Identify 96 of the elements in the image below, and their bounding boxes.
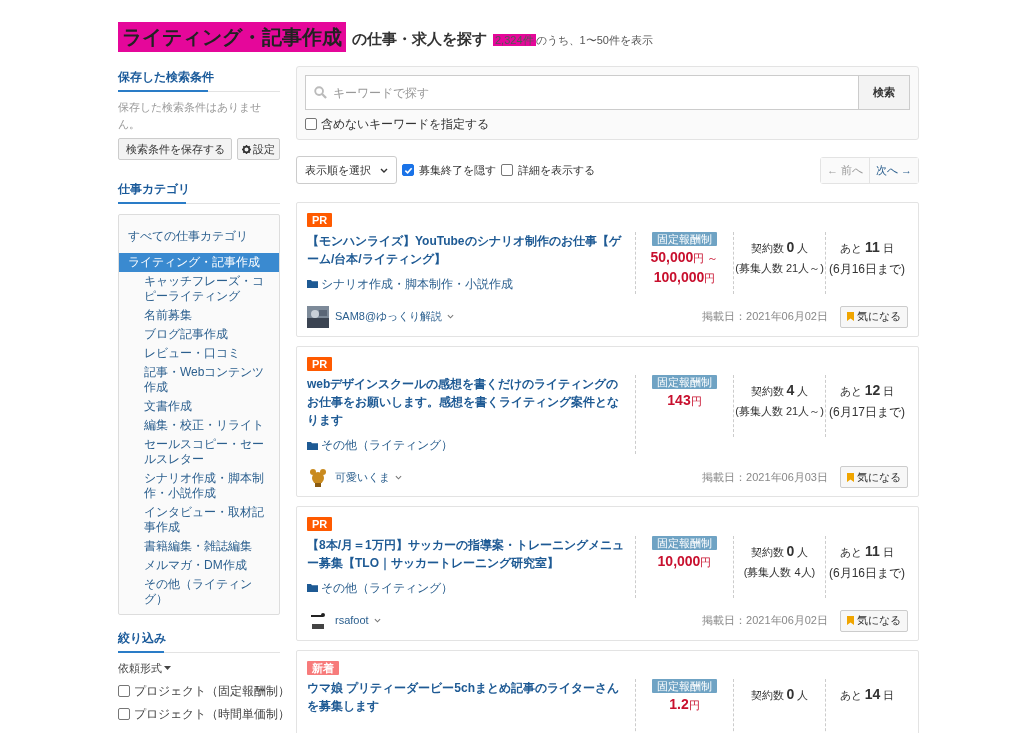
recruit-count: (募集人数 21人～): [735, 260, 824, 276]
filter-option-label: プロジェクト（時間単価制）: [134, 705, 290, 723]
page-title: ライティング・記事作成: [118, 22, 346, 52]
contract-count: 契約数 0 人: [750, 685, 809, 704]
posted-date: 掲載日：2021年06月03日: [702, 469, 828, 485]
search-field[interactable]: キーワードで探す: [305, 75, 859, 110]
pay-type-badge: 固定報酬制: [652, 231, 717, 246]
category-item[interactable]: 記事・Webコンテンツ作成: [119, 363, 279, 397]
pay-type-badge: 固定報酬制: [652, 375, 717, 389]
page-title-suffix: の仕事・求人を探す: [352, 29, 487, 49]
category-item[interactable]: 文書作成: [119, 397, 279, 416]
client-name[interactable]: SAM8@ゆっくり解説: [335, 308, 443, 325]
chevron-down-icon[interactable]: [373, 618, 381, 623]
deadline: (6月16日まで): [829, 260, 905, 278]
filter-option-label: プロジェクト（固定報酬制）: [134, 682, 290, 700]
client-name[interactable]: rsafoot: [335, 612, 369, 629]
bookmark-icon: [847, 312, 854, 321]
job-price: 100,000円: [653, 267, 716, 287]
all-categories-link[interactable]: すべての仕事カテゴリ: [119, 227, 279, 245]
job-title[interactable]: webデザインスクールの感想を書くだけのライティングのお仕事をお願いします。感想を書くライティング案件となります: [307, 375, 627, 429]
chevron-down-icon[interactable]: [395, 474, 402, 480]
posted-date: 掲載日：2021年06月02日: [702, 613, 828, 629]
posted-date: 掲載日：2021年06月02日: [702, 309, 828, 325]
days-remaining: あと 11 日: [840, 541, 894, 561]
category-item[interactable]: その他（ライティング）: [119, 575, 279, 609]
deadline: (6月17日まで): [829, 404, 905, 421]
pay-type-badge: 固定報酬制: [652, 679, 717, 693]
bookmark-icon: [847, 472, 854, 482]
category-item[interactable]: レビュー・口コミ: [119, 344, 279, 363]
search-icon: [314, 86, 327, 99]
job-category[interactable]: シナリオ作成・脚本制作・小説作成: [321, 274, 513, 293]
folder-icon: [307, 279, 318, 288]
deadline: (6月16日まで): [829, 564, 905, 582]
category-item[interactable]: ライティング・記事作成: [119, 253, 279, 272]
job-badge: 新着: [307, 660, 339, 675]
pay-type-badge: 固定報酬制: [652, 535, 717, 550]
contract-count: 契約数 4 人: [750, 381, 809, 400]
hide-closed-label: 募集終了を隠す: [419, 162, 496, 178]
folder-icon: [307, 440, 318, 450]
category-item[interactable]: シナリオ作成・脚本制作・小説作成: [119, 469, 279, 503]
settings-button[interactable]: 設定: [237, 138, 280, 160]
job-badge: PR: [307, 356, 333, 371]
sort-select[interactable]: 表示順を選択: [296, 156, 397, 184]
filter-group-label: 依頼形式: [118, 661, 162, 676]
job-badge: PR: [307, 517, 333, 531]
checkbox[interactable]: [501, 164, 513, 176]
job-title[interactable]: 【モンハンライズ】YouTubeのシナリオ制作のお仕事【ゲーム/台本/ライティング】: [307, 231, 627, 268]
next-page-button[interactable]: 次へ →: [869, 157, 918, 183]
save-search-button[interactable]: 検索条件を保存する: [118, 138, 232, 160]
exclude-keywords-label: 含めないキーワードを指定する: [321, 116, 489, 133]
category-item[interactable]: キャッチフレーズ・コピーライティング: [119, 272, 279, 306]
days-remaining: あと 11 日: [840, 237, 894, 257]
section-title: 保存した検索条件: [118, 68, 280, 92]
bookmark-button[interactable]: 気になる: [840, 305, 908, 328]
job-price: 1.2円: [669, 695, 700, 714]
result-range: のうち、1〜50件を表示: [535, 34, 653, 46]
job-title[interactable]: ウマ娘 プリティーダービー5chまとめ記事のライターさんを募集します: [307, 679, 627, 715]
category-item[interactable]: 編集・校正・リライト: [119, 416, 279, 435]
job-price: 10,000円: [657, 551, 712, 571]
contract-count: 契約数 0 人: [750, 541, 809, 561]
section-title: 仕事カテゴリ: [118, 180, 280, 204]
bookmark-button[interactable]: 気になる: [840, 466, 908, 488]
recruit-count: (募集人数 4人): [743, 564, 816, 580]
job-category[interactable]: その他（ライティング）: [321, 436, 453, 454]
job-price: 50,000円 ～: [650, 247, 719, 267]
category-item[interactable]: セールスコピー・セールスレター: [119, 435, 279, 469]
chevron-down-icon[interactable]: [447, 314, 455, 319]
job-price: 143円: [667, 391, 702, 410]
chevron-down-icon: [380, 167, 388, 173]
category-item[interactable]: メルマガ・DM作成: [119, 556, 279, 575]
result-count: 2,324件: [493, 34, 536, 46]
category-item[interactable]: インタビュー・取材記事作成: [119, 503, 279, 537]
checkbox[interactable]: [402, 164, 414, 176]
client-name[interactable]: 可愛いくま: [335, 468, 390, 486]
category-item[interactable]: ブログ記事作成: [119, 325, 279, 344]
search-button[interactable]: 検索: [859, 75, 910, 110]
category-item[interactable]: 名前募集: [119, 306, 279, 325]
show-details-label: 詳細を表示する: [518, 162, 595, 178]
checkbox[interactable]: [305, 118, 317, 130]
bookmark-button[interactable]: 気になる: [840, 609, 908, 632]
contract-count: 契約数 0 人: [750, 237, 809, 257]
settings-icon: [242, 144, 251, 154]
days-remaining: あと 12 日: [839, 381, 895, 400]
bookmark-icon: [847, 616, 854, 625]
recruit-count: (募集人数 21人～): [735, 404, 824, 419]
category-item[interactable]: 書籍編集・雑誌編集: [119, 537, 279, 556]
folder-icon: [307, 583, 318, 592]
section-title: 絞り込み: [118, 629, 280, 653]
job-category[interactable]: その他（ライティング）: [321, 578, 453, 597]
empty-message: 保存した検索条件はありません。: [118, 100, 262, 132]
days-remaining: あと 14 日: [839, 685, 895, 704]
checkbox[interactable]: [118, 684, 130, 697]
caret-icon[interactable]: [164, 665, 171, 671]
job-title[interactable]: 【8本/月＝1万円】サッカーの指導案・トレーニングメニュー募集【TLO｜サッカートレーニング研究室】: [307, 535, 627, 572]
job-badge: PR: [307, 213, 333, 227]
checkbox[interactable]: [118, 707, 130, 720]
